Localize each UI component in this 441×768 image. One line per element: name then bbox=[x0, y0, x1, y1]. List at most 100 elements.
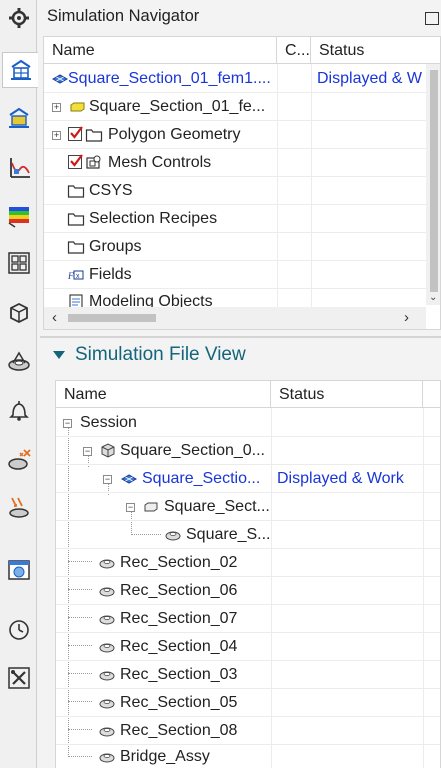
assembly-icon bbox=[99, 441, 117, 459]
tree-row[interactable]: CSYS bbox=[44, 177, 426, 205]
file-row-status: Displayed & Work bbox=[277, 470, 404, 487]
component-icon bbox=[98, 694, 116, 712]
file-row[interactable]: − Square_Sectio... Displayed & Work bbox=[56, 465, 440, 493]
tools-icon[interactable] bbox=[2, 660, 35, 696]
visibility-checkbox[interactable] bbox=[68, 154, 83, 169]
component-icon bbox=[98, 722, 116, 740]
tree-row[interactable]: Mesh Controls bbox=[44, 149, 426, 177]
gear-icon[interactable] bbox=[2, 0, 35, 36]
file-row-label: Session bbox=[80, 414, 137, 431]
file-row[interactable]: Rec_Section_06 bbox=[56, 577, 440, 605]
collapse-arrow-icon[interactable] bbox=[53, 351, 65, 359]
navigator-tree: Name C... Status Square_Section_01_fem1.… bbox=[43, 36, 441, 330]
tree-row-label: Polygon Geometry bbox=[108, 126, 241, 143]
file-view-title[interactable]: Simulation File View bbox=[75, 344, 246, 366]
file-row-label: Bridge_Assy bbox=[120, 748, 210, 765]
mesh-icon[interactable] bbox=[2, 343, 35, 379]
clock-icon[interactable] bbox=[2, 612, 35, 648]
expand-toggle[interactable]: + bbox=[52, 131, 61, 140]
tree-row-status: Displayed & W bbox=[317, 70, 422, 87]
file-row[interactable]: Square_S... bbox=[56, 521, 440, 549]
fem-mesh-icon bbox=[120, 470, 138, 488]
file-row[interactable]: Rec_Section_05 bbox=[56, 689, 440, 717]
component-icon bbox=[164, 526, 182, 544]
file-row[interactable]: Rec_Section_07 bbox=[56, 605, 440, 633]
component-icon bbox=[98, 610, 116, 628]
resource-bar bbox=[0, 0, 38, 768]
navigator-hscrollbar[interactable]: ‹ › bbox=[44, 307, 426, 329]
navigator-title: Simulation Navigator bbox=[47, 7, 200, 25]
panel-divider[interactable] bbox=[40, 336, 441, 338]
component-icon bbox=[98, 582, 116, 600]
collapse-toggle[interactable]: − bbox=[103, 475, 112, 484]
collapse-toggle[interactable]: − bbox=[126, 503, 135, 512]
file-row[interactable]: Rec_Section_03 bbox=[56, 661, 440, 689]
column-header-name[interactable]: Name bbox=[44, 37, 277, 64]
file-row-label: Square_Section_0... bbox=[120, 442, 265, 459]
simulation-navigator-icon[interactable] bbox=[2, 52, 38, 88]
file-row[interactable]: Rec_Section_04 bbox=[56, 633, 440, 661]
file-row[interactable]: Rec_Section_08 bbox=[56, 717, 440, 745]
file-row-label: Rec_Section_08 bbox=[120, 722, 238, 739]
scroll-left-icon[interactable]: ‹ bbox=[52, 309, 57, 326]
component-icon bbox=[98, 748, 116, 766]
tree-row[interactable]: + Polygon Geometry bbox=[44, 121, 426, 149]
tree-row[interactable]: + Square_Section_01_fe... bbox=[44, 93, 426, 121]
column-header-status[interactable]: Status bbox=[311, 37, 440, 64]
navigator-vscrollbar[interactable]: ⌄ bbox=[426, 64, 440, 305]
file-row[interactable]: − Session bbox=[56, 409, 440, 437]
grid-icon[interactable] bbox=[2, 245, 35, 281]
load-icon[interactable] bbox=[2, 490, 35, 526]
visibility-checkbox[interactable] bbox=[68, 126, 83, 141]
tree-row[interactable]: Groups bbox=[44, 233, 426, 261]
tree-row-label: CSYS bbox=[89, 182, 133, 199]
file-row-label: Rec_Section_02 bbox=[120, 554, 238, 571]
svg-text:F: F bbox=[67, 271, 74, 281]
file-row[interactable]: Rec_Section_02 bbox=[56, 549, 440, 577]
color-bar-icon[interactable] bbox=[2, 198, 35, 234]
tree-row-label: Groups bbox=[89, 238, 142, 255]
file-row-label: Rec_Section_05 bbox=[120, 694, 238, 711]
file-row[interactable]: Bridge_Assy bbox=[56, 744, 440, 768]
file-row[interactable]: − Square_Section_0... bbox=[56, 437, 440, 465]
component-icon bbox=[98, 638, 116, 656]
maximize-icon[interactable] bbox=[425, 12, 439, 25]
fem-navigator-icon[interactable] bbox=[2, 100, 35, 136]
tree-row-label: Fields bbox=[89, 266, 132, 283]
fields-icon: Fx bbox=[67, 266, 85, 284]
tree-row-label: Square_Section_01_fe... bbox=[89, 98, 266, 115]
collapse-toggle[interactable]: − bbox=[63, 419, 72, 428]
file-row-label: Square_Sect... bbox=[164, 498, 270, 515]
part-icon[interactable] bbox=[2, 295, 35, 331]
scroll-right-icon[interactable]: › bbox=[404, 309, 409, 326]
expand-toggle[interactable]: + bbox=[52, 103, 61, 112]
file-row-label: Square_Sectio... bbox=[142, 470, 261, 487]
file-row-label: Rec_Section_04 bbox=[120, 638, 238, 655]
folder-icon bbox=[67, 238, 85, 256]
file-row-label: Rec_Section_06 bbox=[120, 582, 238, 599]
constraint-icon[interactable] bbox=[2, 442, 35, 478]
column-header-c[interactable]: C... bbox=[277, 37, 311, 64]
tree-row-label: Mesh Controls bbox=[108, 154, 212, 171]
column-header-name[interactable]: Name bbox=[56, 381, 271, 408]
scroll-down-icon[interactable]: ⌄ bbox=[429, 292, 437, 303]
xy-graph-icon[interactable] bbox=[2, 150, 35, 186]
bell-icon[interactable] bbox=[2, 392, 35, 428]
scroll-thumb[interactable] bbox=[68, 314, 156, 322]
tree-row[interactable]: Fx Fields bbox=[44, 261, 426, 289]
navigator-header: Name C... Status bbox=[44, 37, 440, 64]
scroll-thumb[interactable] bbox=[430, 70, 438, 292]
file-view-header: Name Status bbox=[56, 381, 440, 408]
collapse-toggle[interactable]: − bbox=[83, 447, 92, 456]
column-header-status[interactable]: Status bbox=[271, 381, 423, 408]
polygon-body-icon bbox=[68, 98, 86, 116]
file-row[interactable]: − Square_Sect... bbox=[56, 493, 440, 521]
tree-row[interactable]: Square_Section_01_fem1.... Displayed & W bbox=[44, 65, 426, 93]
file-row-label: Rec_Section_03 bbox=[120, 666, 238, 683]
mesh-controls-icon bbox=[85, 154, 103, 172]
file-view-tree: Name Status − Session − Square_Section_0… bbox=[55, 380, 441, 768]
tree-row[interactable]: Selection Recipes bbox=[44, 205, 426, 233]
tree-row-label: Square_Section_01_fem1.... bbox=[68, 70, 271, 87]
browser-icon[interactable] bbox=[2, 552, 35, 588]
component-icon bbox=[98, 666, 116, 684]
